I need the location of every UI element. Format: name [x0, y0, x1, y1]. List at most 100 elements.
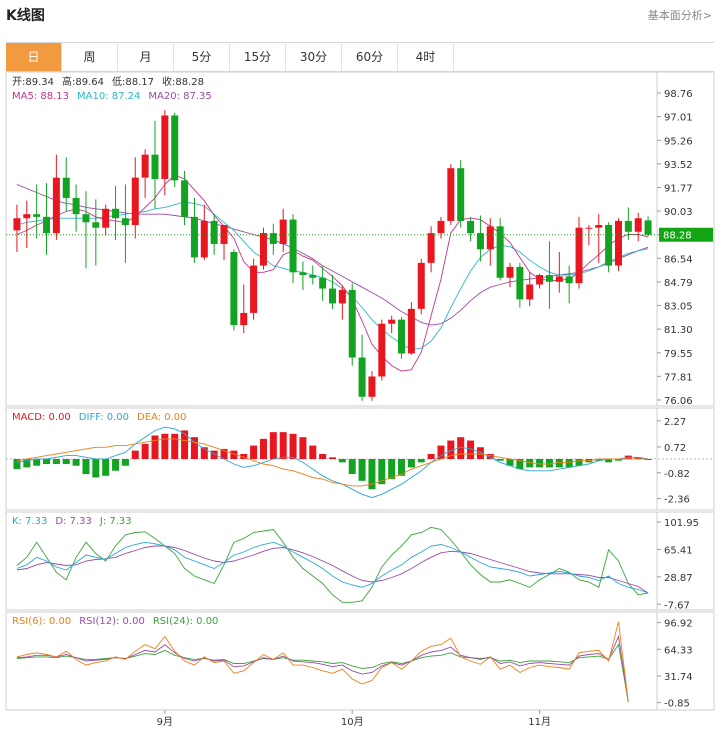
candle-body [614, 220, 622, 266]
macd-bar [575, 459, 583, 466]
price-axis-tick-label: 93.52 [664, 160, 693, 171]
macd-axis-tick-label: 0.72 [664, 443, 686, 454]
kdj-legend-item: D: 7.33 [55, 516, 92, 527]
macd-bar [299, 437, 307, 459]
candle-body [634, 218, 642, 232]
ohlc-legend-item: 开:89.34 [12, 77, 54, 88]
x-tick-label: 9月 [157, 716, 173, 728]
top-bar: K线图 基本面分析> [0, 0, 716, 30]
candle-body [398, 319, 406, 354]
candle-body [151, 154, 159, 180]
macd-bar [72, 459, 80, 466]
candle-body [536, 275, 544, 285]
candle-body [220, 224, 228, 244]
tab-7[interactable]: 4时 [398, 43, 454, 71]
candle-body [378, 323, 386, 377]
macd-bar [43, 459, 51, 465]
period-tabs: 日周月 5分 15分 30分 60分 4时 [6, 42, 714, 72]
price-axis-tick-label: 81.30 [664, 325, 693, 336]
ma-legend-item: MA10: 87.24 [77, 91, 140, 102]
macd-bar [121, 459, 129, 466]
candle-body [565, 276, 573, 284]
kdj-axis-tick-label: -7.67 [664, 600, 690, 611]
candle-body [348, 289, 356, 358]
candle-body [526, 284, 534, 300]
tab-5[interactable]: 30分 [286, 43, 342, 71]
macd-legend-item: MACD: 0.00 [12, 412, 71, 423]
kdj-axis-tick-label: 65.41 [664, 545, 693, 556]
kline-chart: 98.7697.0195.2693.5291.7790.0388.2986.54… [5, 71, 715, 728]
tab-1[interactable]: 周 [62, 43, 118, 71]
candle-body [161, 115, 169, 180]
candle-body [52, 177, 60, 234]
rsi-axis-tick-label: 96.92 [664, 619, 693, 630]
candle-body [33, 214, 41, 217]
tab-6[interactable]: 60分 [342, 43, 398, 71]
macd-bar [388, 459, 396, 480]
price-axis-tick-label: 97.01 [664, 113, 693, 124]
macd-bar [92, 459, 100, 478]
kdj-axis-tick-label: 28.87 [664, 573, 693, 584]
candle-body [407, 308, 415, 354]
candle-body [319, 277, 327, 289]
macd-bar [33, 459, 41, 466]
ohlc-legend-item: 高:89.64 [62, 75, 104, 88]
macd-bar [329, 457, 336, 459]
price-axis-tick-label: 76.06 [664, 396, 693, 407]
macd-legend-item: DEA: 0.00 [137, 412, 187, 423]
candle-body [338, 289, 346, 304]
macd-bar [141, 443, 149, 459]
price-axis-tick-label: 86.54 [664, 254, 693, 265]
dea-line [16, 438, 649, 487]
candle-body [388, 319, 396, 324]
macd-bar [279, 432, 287, 459]
rsi12-line [16, 634, 629, 702]
candle-body [230, 252, 238, 326]
candle-body [102, 208, 110, 228]
macd-bar [565, 459, 573, 468]
macd-bar [289, 433, 297, 459]
tab-4[interactable]: 15分 [230, 43, 286, 71]
candle-body [486, 226, 494, 250]
macd-bar [151, 435, 159, 459]
macd-bar [496, 459, 504, 461]
macd-bar [309, 445, 317, 459]
candle-body [259, 233, 267, 266]
candle-body [181, 180, 189, 217]
tab-0[interactable]: 日 [6, 43, 62, 71]
macd-bar [348, 459, 356, 475]
candle-body [595, 224, 603, 228]
x-tick-label: 11月 [528, 716, 551, 728]
candle-body [279, 219, 287, 244]
candle-body [131, 177, 139, 225]
last-price-label: 88.28 [663, 231, 692, 242]
tab-2[interactable]: 月 [118, 43, 174, 71]
rsi-legend-item: RSI(12): 0.00 [79, 616, 145, 627]
candle-body [141, 154, 149, 178]
candle-body [545, 275, 553, 282]
candle-body [240, 312, 248, 326]
macd-bar [250, 445, 258, 459]
price-axis-tick-label: 91.77 [664, 184, 693, 195]
rsi-legend-item: RSI(6): 0.00 [12, 616, 71, 627]
x-tick-label: 10月 [341, 716, 364, 728]
price-axis-tick-label: 79.55 [664, 349, 693, 360]
macd-bar [338, 459, 346, 463]
rsi-axis-tick-label: 31.74 [664, 672, 693, 683]
candle-body [516, 266, 524, 300]
candle-body [575, 227, 583, 284]
candle-body [605, 224, 613, 266]
candle-body [299, 272, 307, 276]
price-axis-tick-label: 98.76 [664, 89, 693, 100]
tab-3[interactable]: 5分 [174, 43, 230, 71]
candle-body [644, 220, 652, 235]
ohlc-legend-item: 低:88.17 [112, 75, 154, 88]
price-axis-tick-label: 84.79 [664, 278, 693, 289]
candle-body [437, 220, 445, 234]
candle-body [447, 168, 455, 221]
macd-bar [102, 459, 110, 476]
fundamental-analysis-link[interactable]: 基本面分析> [648, 7, 712, 23]
macd-bar [52, 459, 60, 465]
candle-body [250, 265, 258, 313]
price-axis-tick-label: 83.05 [664, 301, 693, 312]
